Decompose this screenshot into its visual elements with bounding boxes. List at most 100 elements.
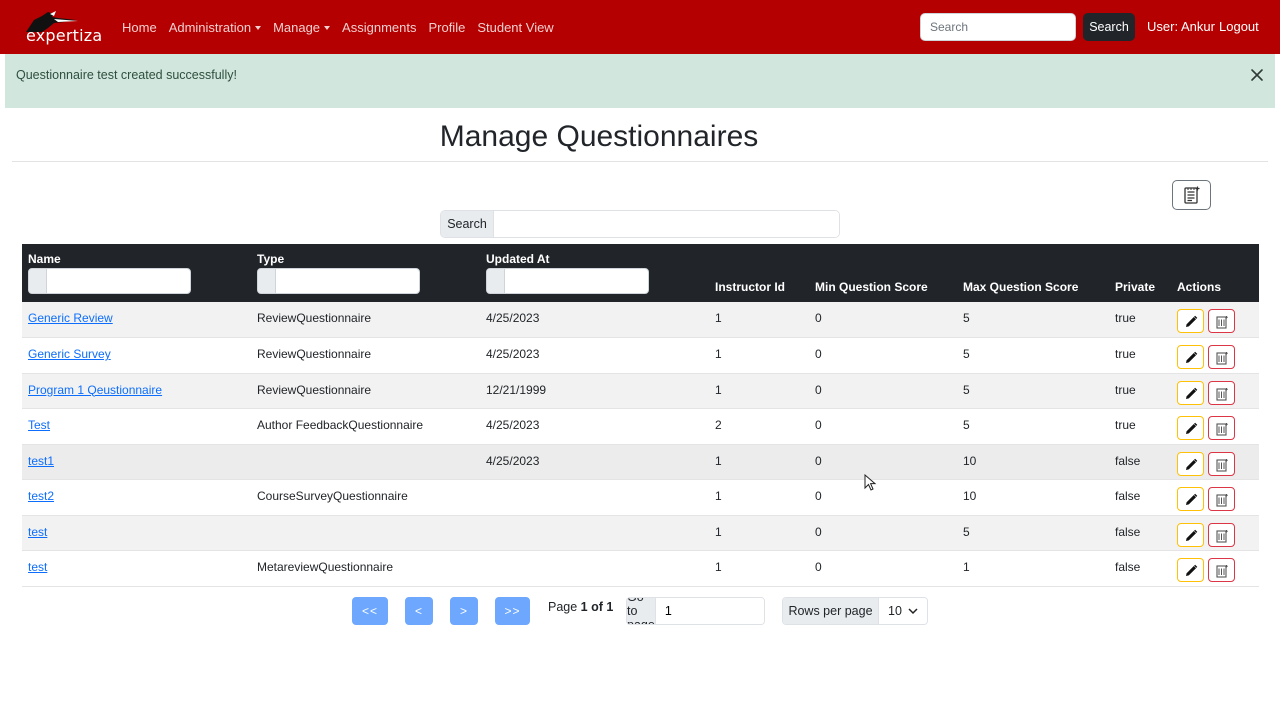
type-filter-input[interactable] [257,268,420,294]
nav-home[interactable]: Home [116,20,163,35]
header-name: Name [22,244,251,302]
table-search-input[interactable] [494,211,839,237]
header-updated-at-label[interactable]: Updated At [486,252,550,266]
nav-search-input[interactable] [920,13,1076,41]
nav-administration[interactable]: Administration [163,20,267,35]
nav-administration-label: Administration [168,19,252,35]
navbar: expertiza Home Administration Manage Ass… [0,0,1280,54]
rows-per-page-group: Rows per page 10 [782,597,928,625]
edit-button[interactable] [1177,380,1204,405]
edit-button[interactable] [1177,522,1204,547]
questionnaire-link[interactable]: Test [28,418,50,432]
delete-button[interactable] [1208,380,1235,405]
first-page-button[interactable]: << [352,597,388,625]
add-document-icon [1183,186,1199,204]
cell-actions [1171,373,1259,409]
cell-name: Test [22,408,251,445]
page-indicator: Page 1 of 1 [548,600,613,614]
table-row: Program 1 Qeustionnaire ReviewQuestionnai… [22,373,1259,409]
edit-button[interactable] [1177,416,1204,440]
cell-private: true [1109,337,1171,374]
cell-type: ReviewQuestionnaire [251,373,480,409]
table-row: test1 4/25/2023 1 0 10 false [22,444,1259,480]
delete-button[interactable] [1208,558,1235,582]
cell-max-score: 10 [957,444,1109,480]
page-title: Manage Questionnaires [439,120,759,153]
cell-type: CourseSurveyQuestionnaire [251,479,480,516]
cell-max-score: 5 [957,373,1109,409]
edit-button[interactable] [1177,309,1204,333]
delete-icon [1216,387,1228,401]
header-updated-at: Updated At [480,244,709,302]
goto-page-input[interactable] [655,598,764,624]
delete-button[interactable] [1208,487,1235,511]
prev-page-button[interactable]: < [405,597,433,625]
cell-instructor-id: 2 [709,408,809,445]
questionnaire-link[interactable]: test [28,560,47,574]
nav-student-view[interactable]: Student View [471,20,559,35]
new-questionnaire-button[interactable] [1172,180,1211,210]
nav-search-button[interactable]: Search [1083,13,1135,41]
edit-button[interactable] [1177,487,1204,511]
user-label: User: Ankur [1147,19,1215,34]
header-actions: Actions [1171,244,1259,302]
header-min-score-label[interactable]: Min Question Score [815,280,928,294]
search-label: Search [441,211,494,237]
rows-per-page-select[interactable]: 10 [879,598,927,624]
delete-button[interactable] [1208,451,1235,476]
updated-at-filter-input[interactable] [486,268,649,294]
edit-button[interactable] [1177,451,1204,476]
brand-logo[interactable]: expertiza [22,10,102,46]
cell-private: false [1109,515,1171,551]
delete-button[interactable] [1208,522,1235,547]
cell-actions [1171,302,1259,338]
cell-actions [1171,515,1259,551]
nav-manage[interactable]: Manage [267,20,336,35]
delete-button[interactable] [1208,416,1235,440]
delete-icon [1216,423,1228,436]
questionnaire-link[interactable]: Generic Survey [28,347,111,361]
nav-assignments[interactable]: Assignments [336,20,422,35]
cell-max-score: 5 [957,337,1109,374]
delete-button[interactable] [1208,309,1235,333]
cell-type: MetareviewQuestionnaire [251,550,480,587]
delete-button[interactable] [1208,345,1235,369]
header-max-score: Max Question Score [957,244,1109,302]
questionnaire-link[interactable]: Generic Review [28,311,113,325]
next-page-button[interactable]: > [450,597,478,625]
edit-button[interactable] [1177,345,1204,369]
questionnaire-link[interactable]: Program 1 Qeustionnaire [28,383,162,397]
cell-min-score: 0 [809,515,957,551]
edit-button[interactable] [1177,558,1204,582]
questionnaire-link[interactable]: test1 [28,454,54,468]
success-alert: Questionnaire test created successfully! [5,54,1275,108]
questionnaire-link[interactable]: test [28,525,47,539]
cell-min-score: 0 [809,302,957,338]
header-private-label[interactable]: Private [1115,280,1155,294]
header-max-score-label[interactable]: Max Question Score [963,280,1078,294]
cell-private: false [1109,444,1171,480]
questionnaires-table: Name Type Updated At Instructor Id Min Q… [22,244,1259,587]
questionnaire-link[interactable]: test2 [28,489,54,503]
nav-profile[interactable]: Profile [422,20,471,35]
cell-instructor-id: 1 [709,515,809,551]
edit-pencil-icon [1186,458,1198,470]
cell-actions [1171,479,1259,516]
cell-instructor-id: 1 [709,550,809,587]
cell-type: ReviewQuestionnaire [251,337,480,374]
delete-icon [1216,529,1228,543]
cell-max-score: 5 [957,515,1109,551]
header-instructor-id-label[interactable]: Instructor Id [715,280,785,294]
header-type-label[interactable]: Type [257,252,284,266]
close-icon[interactable] [1249,67,1265,83]
header-name-label[interactable]: Name [28,252,61,266]
logout-link[interactable]: Logout [1219,19,1259,34]
edit-pencil-icon [1186,351,1198,363]
cell-updated-at [480,515,709,551]
cell-max-score: 10 [957,479,1109,516]
last-page-button[interactable]: >> [495,597,530,625]
table-row: test MetareviewQuestionnaire 1 0 1 false [22,550,1259,587]
delete-icon [1216,565,1228,578]
cell-actions [1171,408,1259,445]
name-filter-input[interactable] [28,268,191,294]
